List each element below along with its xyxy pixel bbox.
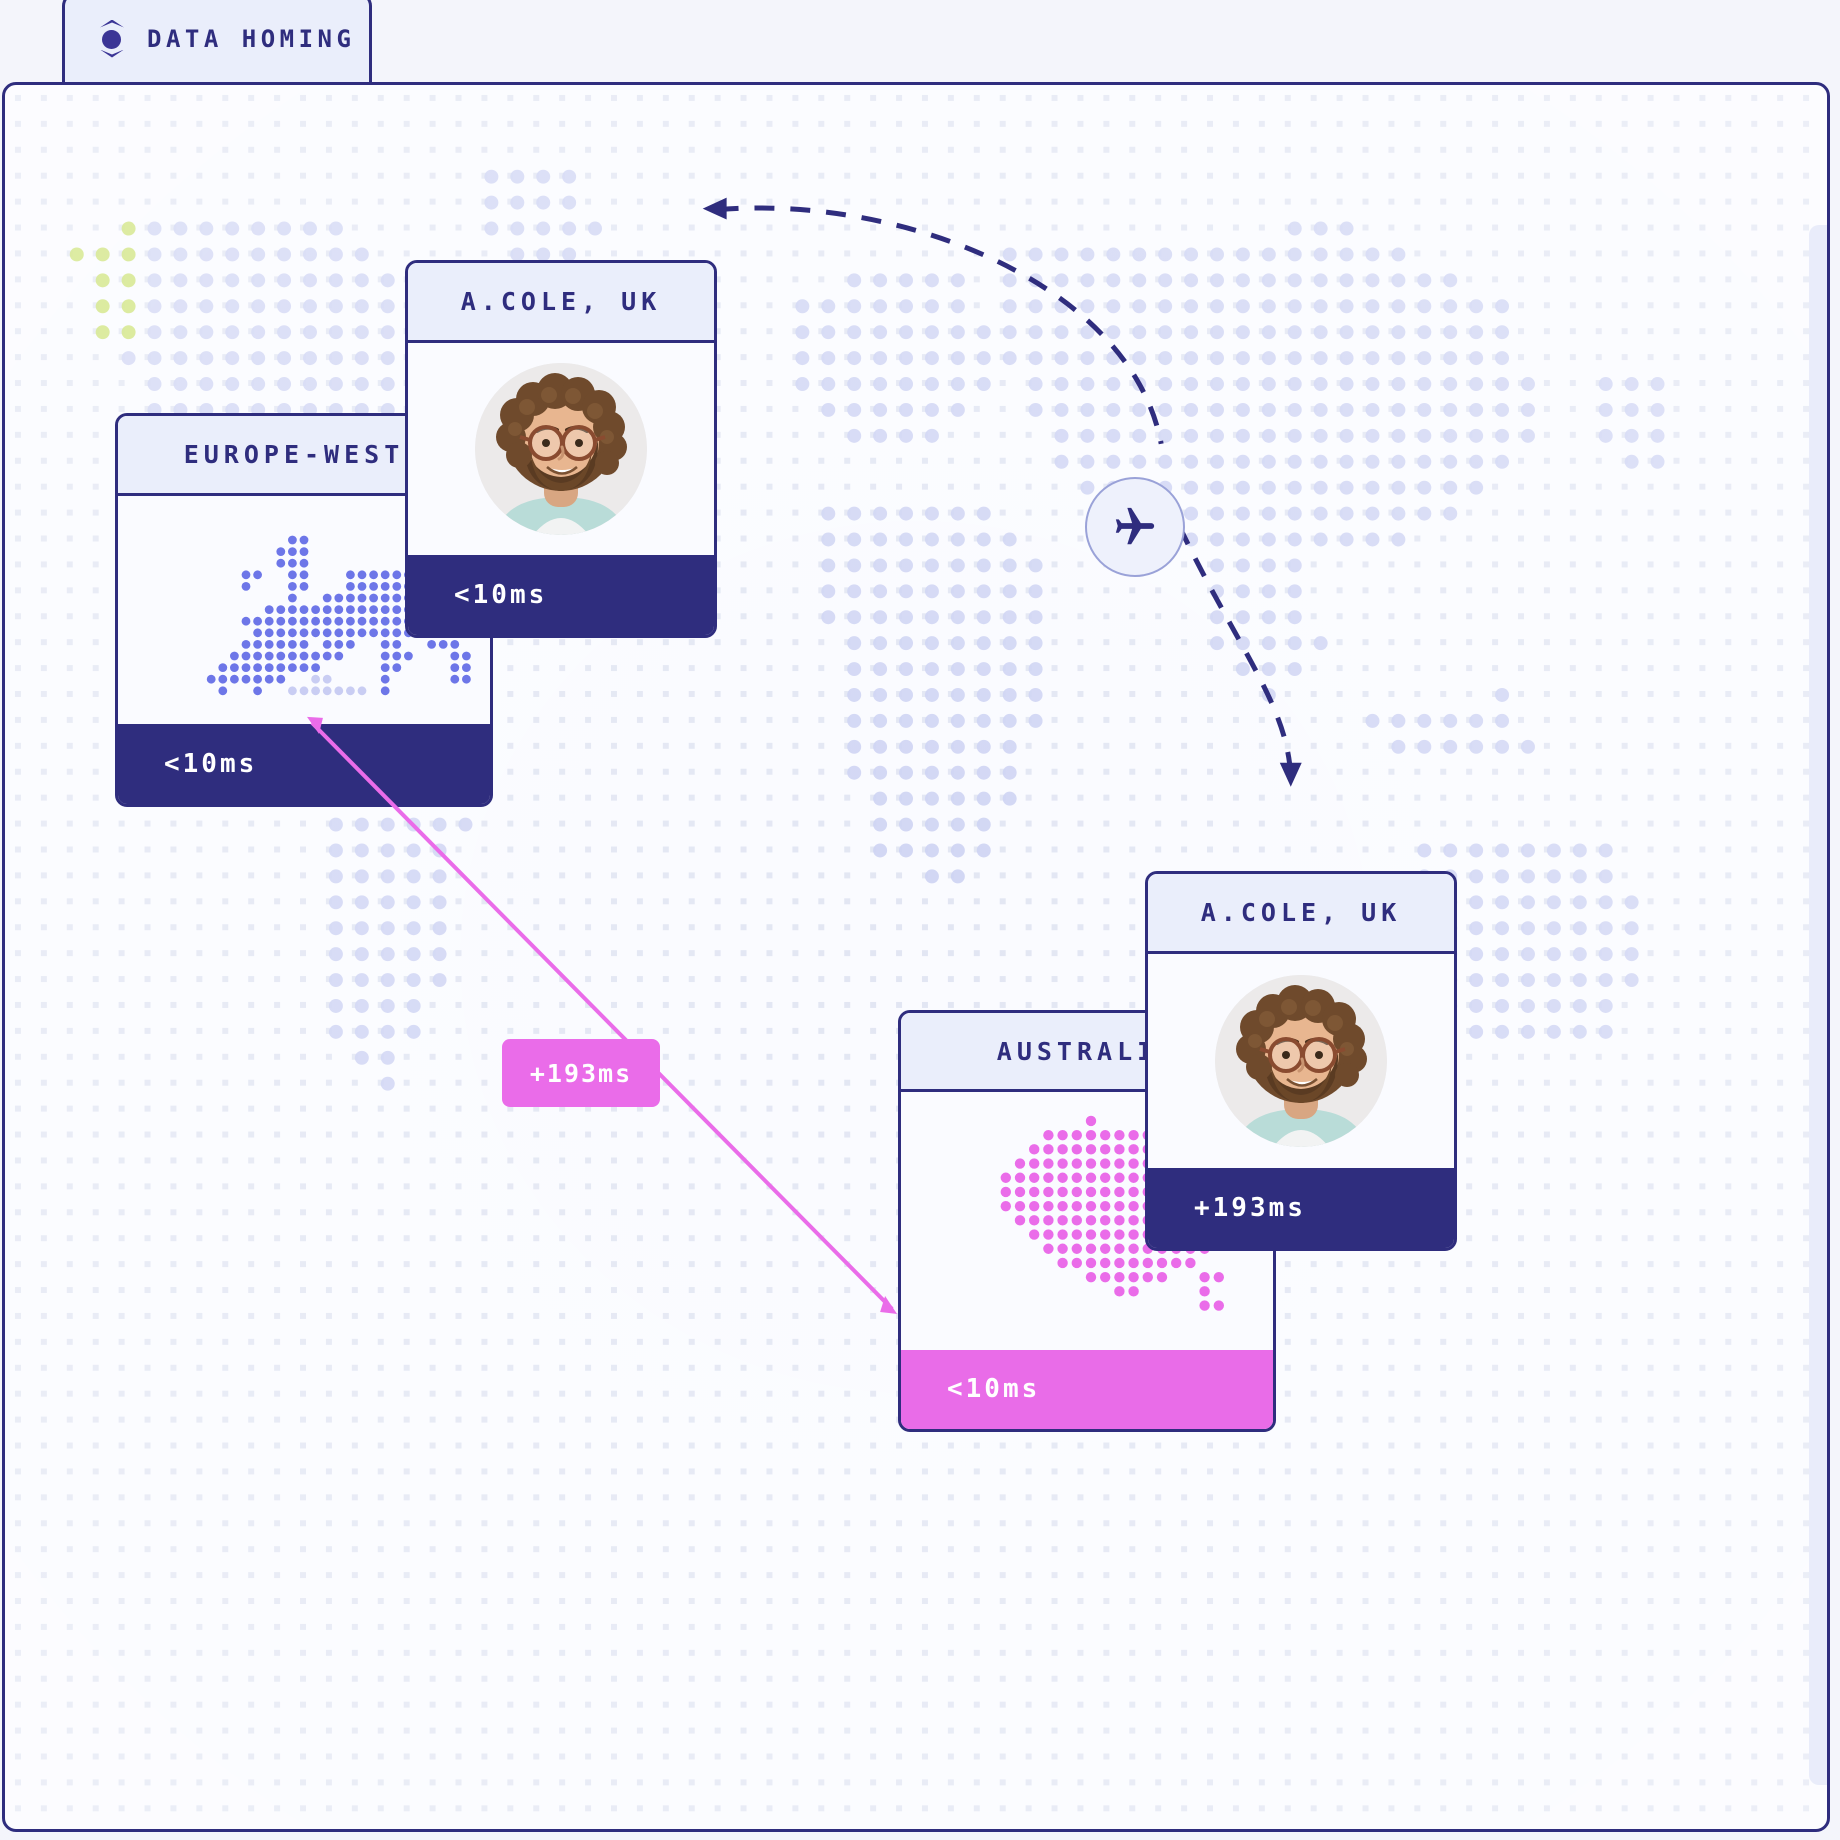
homing-beacon-icon (99, 19, 125, 59)
person-card-title: A.COLE, UK (408, 263, 714, 343)
latency-badge: +193ms (502, 1039, 660, 1107)
tab-data-homing[interactable]: DATA HOMING (62, 0, 372, 82)
world-map-dots (5, 85, 1827, 1829)
tab-label: DATA HOMING (147, 24, 356, 53)
airplane-icon (1115, 507, 1155, 545)
person-card-body (1148, 954, 1454, 1168)
avatar (1215, 975, 1387, 1147)
person-card-destination[interactable]: A.COLE, UK +193ms (1145, 871, 1457, 1251)
diagram-panel: EUROPE-WEST3 <10ms AUSTRALIA <10ms A.COL… (2, 82, 1830, 1832)
person-card-origin[interactable]: A.COLE, UK <10ms (405, 260, 717, 638)
person-card-body (408, 343, 714, 555)
person-latency-footer: <10ms (408, 555, 714, 635)
panel-right-strip (1809, 225, 1827, 1785)
data-homing-diagram: DATA HOMING EUROPE-WEST3 <10ms AUSTRALIA… (0, 0, 1840, 1840)
person-card-title: A.COLE, UK (1148, 874, 1454, 954)
region-latency-footer: <10ms (118, 724, 490, 804)
avatar (475, 363, 647, 535)
person-latency-footer: +193ms (1148, 1168, 1454, 1248)
airplane-badge[interactable] (1085, 477, 1185, 577)
region-latency-footer: <10ms (901, 1349, 1273, 1429)
